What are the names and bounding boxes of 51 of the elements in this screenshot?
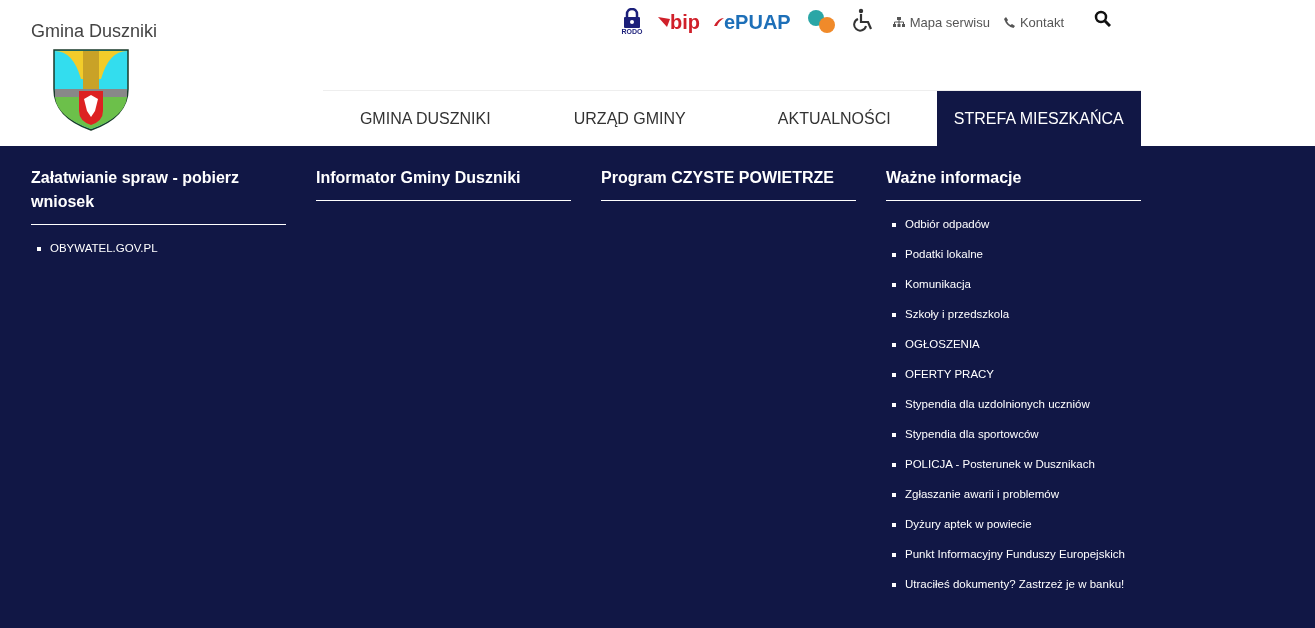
bullet-icon	[892, 433, 896, 437]
phone-icon	[1003, 17, 1015, 29]
menu-link[interactable]: Szkoły i przedszkola	[892, 300, 1141, 330]
menu-link[interactable]: Stypendia dla uzdolnionych uczniów	[892, 390, 1141, 420]
column-heading[interactable]: Załatwianie spraw - pobierz wniosek	[31, 166, 286, 225]
bullet-icon	[892, 343, 896, 347]
menu-link[interactable]: OFERTY PRACY	[892, 360, 1141, 390]
coat-of-arms-logo[interactable]	[53, 49, 129, 131]
bullet-icon	[37, 247, 41, 251]
menu-link[interactable]: OGŁOSZENIA	[892, 330, 1141, 360]
column-heading[interactable]: Program CZYSTE POWIETRZE	[601, 166, 856, 201]
nav-tab[interactable]: URZĄD GMINY	[527, 91, 732, 146]
bullet-icon	[892, 403, 896, 407]
swoosh-icon	[714, 18, 724, 26]
bullet-icon	[892, 463, 896, 467]
site-title[interactable]: Gmina Duszniki	[31, 18, 158, 45]
menu-link[interactable]: Stypendia dla sportowców	[892, 420, 1141, 450]
menu-link[interactable]: OBYWATEL.GOV.PL	[37, 234, 286, 264]
search-icon[interactable]	[1094, 10, 1111, 27]
menu-link[interactable]: POLICJA - Posterunek w Dusznikach	[892, 450, 1141, 480]
epuap-logo[interactable]: ePUAP	[714, 8, 791, 32]
bullet-icon	[892, 373, 896, 377]
contact-link[interactable]: Kontakt	[1003, 8, 1064, 33]
bullet-icon	[892, 583, 896, 587]
bullet-icon	[892, 523, 896, 527]
menu-link[interactable]: Utraciłeś dokumenty? Zastrzeż je w banku!	[892, 570, 1141, 600]
bullet-icon	[892, 283, 896, 287]
menu-link[interactable]: Dyżury aptek w powiecie	[892, 510, 1141, 540]
sitemap-icon	[892, 17, 905, 29]
flag-mark-icon	[658, 17, 670, 27]
nav-tab[interactable]: GMINA DUSZNIKI	[323, 91, 528, 146]
bullet-icon	[892, 223, 896, 227]
bullet-icon	[892, 553, 896, 557]
menu-link[interactable]: Punkt Informacyjny Funduszy Europejskich	[892, 540, 1141, 570]
wheelchair-icon[interactable]	[852, 8, 873, 32]
bullet-icon	[892, 493, 896, 497]
bullet-icon	[892, 313, 896, 317]
menu-link[interactable]: Komunikacja	[892, 270, 1141, 300]
column-heading[interactable]: Ważne informacje	[886, 166, 1141, 201]
menu-link[interactable]: Podatki lokalne	[892, 240, 1141, 270]
sitemap-link[interactable]: Mapa serwisu	[892, 8, 990, 33]
epuap-label: ePUAP	[724, 12, 791, 32]
column-heading[interactable]: Informator Gminy Duszniki	[316, 166, 571, 201]
bullet-icon	[892, 253, 896, 257]
padlock-icon	[623, 8, 641, 28]
menu-link[interactable]: Odbiór odpadów	[892, 210, 1141, 240]
nav-tab[interactable]: AKTUALNOŚCI	[732, 91, 937, 146]
bip-label: bip	[670, 12, 700, 32]
nav-tab[interactable]: STREFA MIESZKAŃCA	[936, 91, 1141, 146]
bip-logo[interactable]: bip	[658, 8, 700, 32]
menu-link[interactable]: Zgłaszanie awarii i problemów	[892, 480, 1141, 510]
